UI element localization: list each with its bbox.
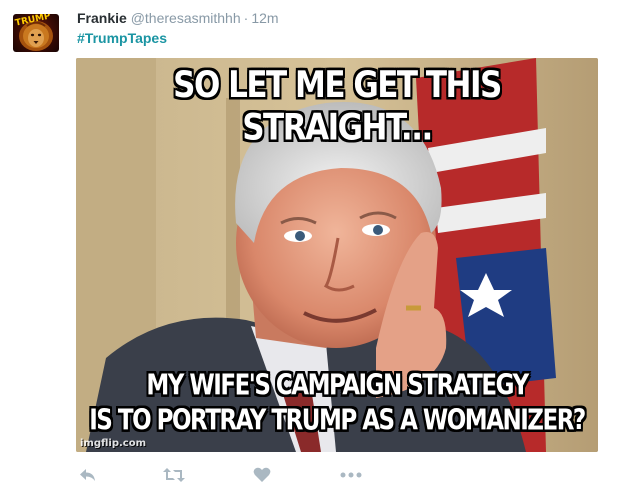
display-name[interactable]: Frankie	[77, 10, 127, 26]
separator-dot: ·	[243, 10, 249, 26]
more-icon	[340, 472, 362, 478]
meme-top-caption: SO LET ME GET THIS STRAIGHT...	[173, 64, 502, 149]
screen-name[interactable]: @theresasmithhh	[131, 10, 241, 26]
tweet: TRUMP Frankie @theresasmithhh · 12m #Trump…	[0, 0, 632, 499]
retweet-icon	[163, 468, 185, 482]
retweet-button[interactable]	[162, 464, 186, 486]
avatar[interactable]: TRUMP	[13, 14, 59, 52]
reply-button[interactable]	[76, 464, 100, 486]
meme-bottom-caption-line2: IS TO PORTRAY TRUMP AS A WOMANIZER?	[89, 404, 586, 437]
tweet-header: Frankie @theresasmithhh · 12m	[77, 9, 279, 27]
tweet-image[interactable]: SO LET ME GET THIS STRAIGHT... MY WIFE'S…	[76, 58, 598, 452]
more-button[interactable]	[339, 464, 363, 486]
heart-icon	[253, 467, 271, 482]
timestamp[interactable]: 12m	[251, 10, 278, 26]
hashtag-link[interactable]: #TrumpTapes	[77, 29, 167, 47]
imgflip-watermark: imgflip.com	[80, 438, 147, 449]
meme-bottom-caption-line1: MY WIFE'S CAMPAIGN STRATEGY	[146, 369, 529, 402]
like-button[interactable]	[250, 464, 274, 486]
reply-icon	[80, 469, 95, 481]
